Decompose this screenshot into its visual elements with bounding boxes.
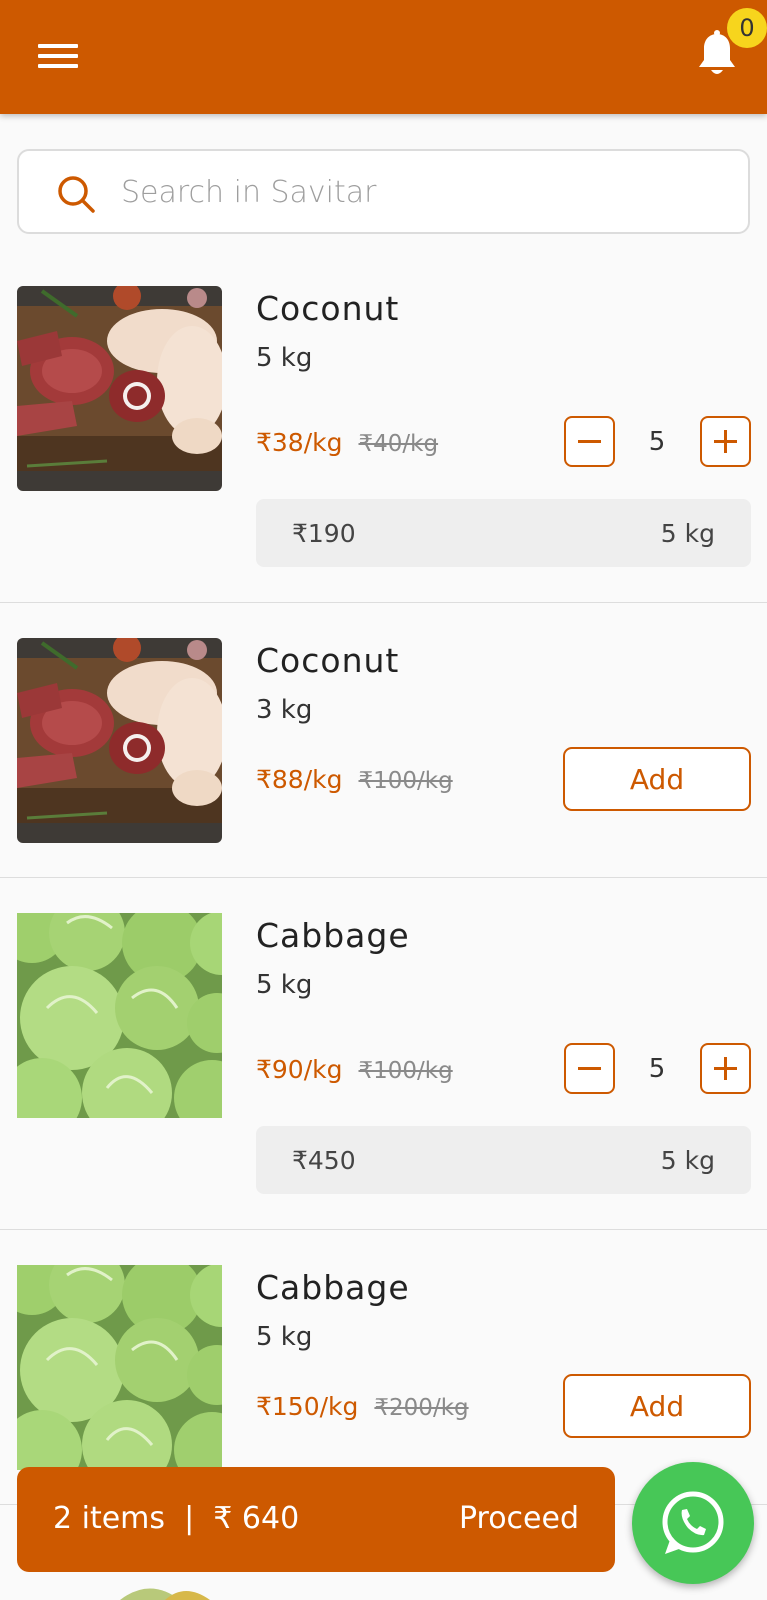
next-product-image — [110, 1572, 220, 1600]
product-weight: 5 kg — [256, 1322, 313, 1352]
app-bar — [0, 0, 767, 114]
minus-icon[interactable] — [564, 1043, 615, 1094]
product-name: Cabbage — [256, 1268, 410, 1307]
plus-icon[interactable] — [700, 416, 751, 467]
product-mrp: ₹200/kg — [374, 1395, 469, 1421]
product-price: ₹38/kg — [256, 428, 343, 457]
search-icon — [55, 173, 97, 215]
product-name: Cabbage — [256, 916, 410, 955]
product-image — [17, 286, 222, 491]
product-name: Coconut — [256, 289, 400, 328]
product-image — [17, 638, 222, 843]
whatsapp-icon[interactable] — [632, 1462, 754, 1584]
product-row: Cabbage 5 kg ₹90/kg ₹100/kg 5 ₹450 5 kg — [0, 878, 767, 1230]
quantity-value: 5 — [648, 427, 666, 457]
cart-summary: 2 items | ₹ 640 — [53, 1501, 300, 1536]
product-name: Coconut — [256, 641, 400, 680]
product-price: ₹88/kg — [256, 765, 343, 794]
line-quantity: 5 kg — [660, 1146, 715, 1175]
product-weight: 3 kg — [256, 695, 313, 725]
line-quantity: 5 kg — [660, 519, 715, 548]
search-bar[interactable] — [17, 149, 750, 234]
line-summary: ₹190 5 kg — [256, 499, 751, 567]
product-weight: 5 kg — [256, 970, 313, 1000]
line-total: ₹450 — [292, 1146, 356, 1175]
product-mrp: ₹100/kg — [358, 1058, 453, 1084]
menu-icon[interactable] — [38, 40, 80, 72]
minus-icon[interactable] — [564, 416, 615, 467]
product-price: ₹150/kg — [256, 1392, 359, 1421]
quantity-value: 5 — [648, 1054, 666, 1084]
product-image — [17, 913, 222, 1118]
product-image — [17, 1265, 222, 1470]
product-weight: 5 kg — [256, 343, 313, 373]
search-input[interactable] — [121, 163, 681, 221]
notification-badge: 0 — [727, 8, 767, 48]
line-total: ₹190 — [292, 519, 356, 548]
product-mrp: ₹40/kg — [358, 431, 439, 457]
cart-bar[interactable]: 2 items | ₹ 640 Proceed — [17, 1467, 615, 1572]
product-row: Coconut 3 kg ₹88/kg ₹100/kg Add — [0, 603, 767, 878]
proceed-button[interactable]: Proceed — [459, 1501, 579, 1536]
plus-icon[interactable] — [700, 1043, 751, 1094]
product-price: ₹90/kg — [256, 1055, 343, 1084]
product-mrp: ₹100/kg — [358, 768, 453, 794]
add-button[interactable]: Add — [563, 1374, 751, 1438]
line-summary: ₹450 5 kg — [256, 1126, 751, 1194]
product-row: Coconut 5 kg ₹38/kg ₹40/kg 5 ₹190 5 kg — [0, 251, 767, 603]
add-button[interactable]: Add — [563, 747, 751, 811]
